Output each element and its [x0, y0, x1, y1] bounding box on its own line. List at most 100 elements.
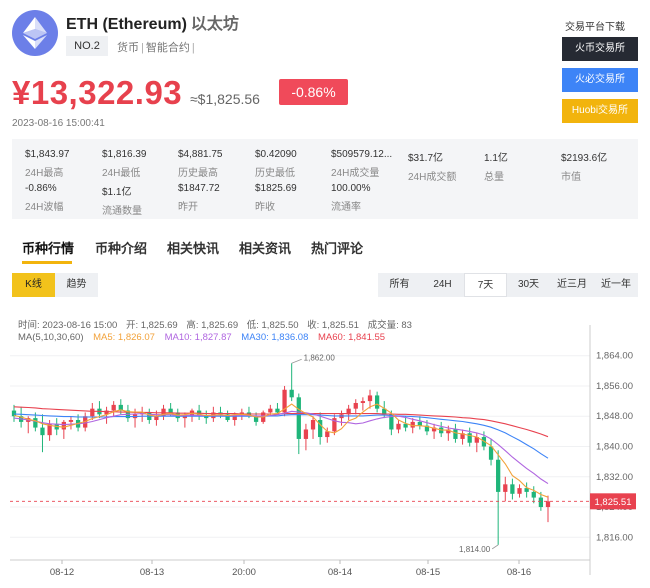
candle-body: [61, 421, 66, 430]
tab-news[interactable]: 相关资讯: [239, 238, 291, 257]
candle-body: [545, 501, 551, 508]
change-badge: -0.86%: [279, 79, 348, 105]
ohlc-open: 开: 1,825.69: [125, 320, 178, 331]
x-tick-label: 08-16: [507, 567, 531, 578]
range-30d-button[interactable]: 30天: [507, 273, 550, 297]
trend-button[interactable]: 趋势: [55, 273, 98, 297]
candle-body: [40, 427, 45, 436]
stats-panel: $1,843.97 24H最高 $1,816.39 24H最低 $4,881.75 历…: [12, 139, 638, 219]
stat-item: $0.42090 历史最低: [255, 149, 297, 179]
candle-body: [353, 402, 358, 409]
stat-item: $509579.12... 24H成交量: [331, 149, 393, 179]
candle-body: [289, 389, 294, 398]
tab-comments[interactable]: 热门评论: [311, 238, 363, 257]
ma5-value: MA5: 1,826.07: [93, 332, 155, 343]
tab-flash-news[interactable]: 相关快讯: [167, 238, 219, 257]
candle-body: [453, 429, 458, 439]
stat-item: 1.1亿 总量: [484, 153, 508, 183]
low-annotation-line: [491, 544, 499, 550]
rank-badge: NO.2: [66, 36, 108, 56]
low-annotation-label: 1,814.00: [459, 545, 491, 554]
candle-body: [360, 401, 366, 403]
stat-item: $1,843.97 24H最高: [25, 149, 70, 179]
chart-type-toggle: K线 趋势: [12, 273, 98, 297]
candle-body: [68, 420, 74, 422]
candle-body: [296, 397, 301, 439]
current-price-label: 1,825.51: [595, 497, 632, 508]
tag-item[interactable]: 货币: [117, 42, 139, 54]
kline-chart-svg[interactable]: 1,864.00 1,856.00 1,848.00 1,840.00 1,832.00…: [0, 305, 650, 588]
stat-item: $1,816.39 24H最低: [102, 149, 147, 179]
candle-body: [496, 459, 501, 492]
candle-body: [374, 395, 380, 409]
price-usd: ≈$1,825.56: [190, 91, 260, 107]
ma-readout: MA(5,10,30,60) MA5: 1,826.07 MA10: 1,827…: [18, 332, 392, 343]
ohlc-readout: 时间: 2023-08-16 15:00 开: 1,825.69 高: 1,82…: [18, 317, 418, 331]
price-cny: ¥13,322.93: [12, 74, 183, 111]
coin-tags: 货币 | 智能合约 |: [117, 42, 195, 54]
ohlc-volume: 成交量: 83: [367, 320, 412, 331]
ohlc-close: 收: 1,825.51: [307, 320, 359, 331]
x-tick-label: 08-13: [140, 567, 164, 578]
stat-item: $1.1亿 流通数量: [102, 187, 142, 217]
stat-item: $4,881.75 历史最高: [178, 149, 223, 179]
stat-item: 100.00% 流通率: [331, 183, 371, 213]
x-tick-label: 08-15: [416, 567, 440, 578]
stat-item: $1847.72 昨开: [178, 183, 220, 213]
y-tick-label: 1,832.00: [596, 472, 633, 483]
stat-item: $1825.69 昨收: [255, 183, 297, 213]
section-tabs: 币种行情 币种介绍 相关快讯 相关资讯 热门评论: [0, 230, 650, 264]
candle-body: [90, 408, 95, 417]
candle-body: [367, 395, 373, 402]
range-7d-button[interactable]: 7天: [464, 273, 507, 297]
ma30-value: MA30: 1,836.08: [241, 332, 309, 343]
range-24h-button[interactable]: 24H: [421, 273, 464, 297]
x-tick-label: 08-12: [50, 567, 74, 578]
stat-item: $2193.6亿 市值: [561, 153, 608, 183]
ohlc-low: 低: 1,825.50: [246, 320, 299, 331]
ma60-value: MA60: 1,841.55: [318, 332, 386, 343]
x-tick-label: 08-14: [328, 567, 352, 578]
candle-body: [396, 423, 401, 430]
ma10-value: MA10: 1,827.87: [164, 332, 232, 343]
exchange-title: 交易平台下载: [565, 22, 625, 33]
tag-item[interactable]: 智能合约: [146, 42, 190, 54]
x-tick-label: 20:00: [232, 567, 256, 578]
candle-body: [154, 416, 159, 421]
range-all-button[interactable]: 所有: [378, 273, 421, 297]
exchange-button-huobi[interactable]: Huobi交易所: [562, 99, 638, 123]
candle-body: [268, 408, 273, 413]
kline-button[interactable]: K线: [12, 273, 55, 297]
y-tick-label: 1,848.00: [596, 411, 633, 422]
update-timestamp: 2023-08-16 15:00:41: [12, 118, 105, 129]
candle-body: [111, 404, 116, 411]
kline-chart[interactable]: 1,864.00 1,856.00 1,848.00 1,840.00 1,832.00…: [0, 305, 650, 588]
tab-intro[interactable]: 币种介绍: [95, 238, 147, 257]
y-tick-label: 1,816.00: [596, 532, 633, 543]
ma-label: MA(5,10,30,60): [18, 332, 84, 343]
y-tick-label: 1,864.00: [596, 351, 633, 362]
active-tab-underline: [22, 261, 72, 264]
exchange-button-huobi-bi[interactable]: 火必交易所: [562, 68, 638, 92]
stat-item: -0.86% 24H波幅: [25, 183, 64, 213]
candle-body: [33, 418, 38, 428]
ohlc-high: 高: 1,825.69: [186, 320, 239, 331]
exchange-button-huobi-cn[interactable]: 火币交易所: [562, 37, 638, 61]
y-tick-label: 1,840.00: [596, 442, 633, 453]
range-3m-button[interactable]: 近三月: [550, 273, 594, 297]
high-annotation-label: 1,862.00: [304, 353, 336, 362]
coin-name: ETH (Ethereum): [66, 16, 187, 33]
high-annotation-line: [291, 358, 302, 364]
ohlc-time: 时间: 2023-08-16 15:00: [18, 320, 118, 331]
candle-body: [531, 491, 536, 498]
candle-body: [510, 484, 515, 494]
y-tick-label: 1,856.00: [596, 381, 633, 392]
stat-item: $31.7亿 24H成交额: [408, 153, 457, 183]
range-selector: 所有 24H 7天 30天 近三月 近一年: [378, 273, 638, 297]
candle-body: [417, 421, 422, 426]
candle-body: [538, 497, 544, 508]
range-1y-button[interactable]: 近一年: [594, 273, 638, 297]
candle-body: [503, 484, 508, 492]
tab-market[interactable]: 币种行情: [22, 238, 74, 257]
candle-body: [275, 408, 280, 413]
